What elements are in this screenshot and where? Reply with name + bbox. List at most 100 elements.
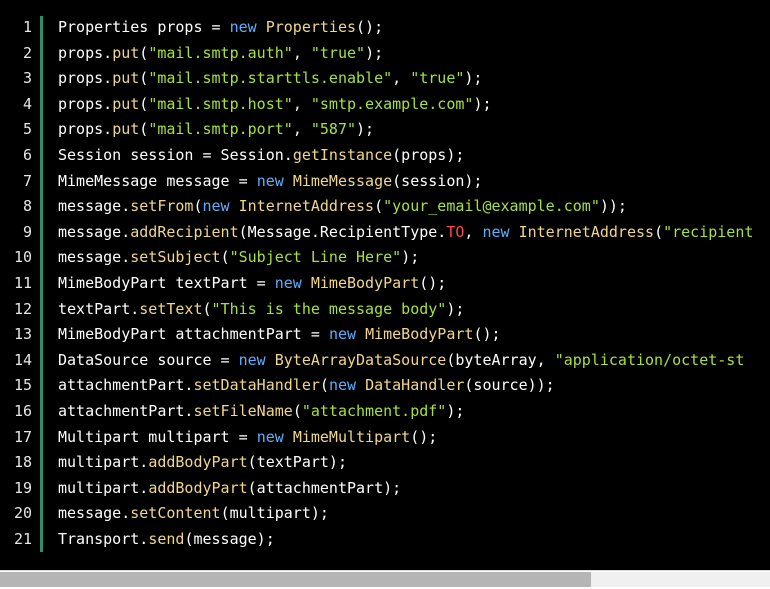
- line-number: 7: [22, 171, 32, 190]
- code-token: (: [654, 222, 664, 241]
- code-line: message.addRecipient(Message.RecipientTy…: [58, 220, 753, 246]
- code-token: new: [328, 325, 357, 344]
- code-token: (props);: [392, 145, 465, 164]
- code-token: ));: [599, 197, 627, 216]
- code-token: DataSource source =: [58, 350, 239, 369]
- line-number: 18: [13, 453, 32, 472]
- code-token: "Subject Line Here": [229, 248, 402, 267]
- code-token: "587": [310, 120, 357, 139]
- code-token: setContent: [130, 504, 221, 523]
- code-token: MimeMessage: [292, 171, 393, 190]
- line-number: 19: [13, 478, 32, 497]
- code-token: "recipient: [663, 222, 754, 241]
- code-line: MimeMessage message = new MimeMessage(se…: [58, 169, 753, 195]
- code-token: (multipart);: [220, 504, 329, 523]
- code-token: setDataHandler: [193, 376, 320, 395]
- code-token: (: [374, 197, 384, 216]
- code-token: "smtp.example.com": [310, 94, 474, 113]
- scrollbar-track[interactable]: [591, 572, 770, 587]
- code-line: Properties props = new Properties();: [58, 15, 753, 41]
- code-token: (: [139, 43, 149, 62]
- code-token: ,: [292, 94, 311, 113]
- code-token: new: [202, 197, 230, 216]
- code-token: textPart.: [58, 299, 140, 318]
- code-token: MimeBodyPart: [310, 273, 420, 292]
- horizontal-scrollbar[interactable]: [0, 570, 770, 589]
- code-token: attachmentPart.: [58, 376, 194, 395]
- line-number: 9: [22, 222, 32, 241]
- code-line: multipart.addBodyPart(textPart);: [58, 450, 753, 476]
- code-token: Transport.: [58, 529, 149, 548]
- code-token: "true": [410, 69, 465, 88]
- code-token: addRecipient: [130, 222, 239, 241]
- code-token: (Message.RecipientType.: [238, 222, 447, 241]
- code-token: MimeBodyPart textPart =: [58, 273, 275, 292]
- code-token: DataHandler: [365, 376, 465, 395]
- code-token: new: [328, 376, 357, 395]
- line-number: 2: [22, 43, 32, 62]
- code-token: message.: [58, 248, 131, 267]
- code-token: (: [292, 401, 302, 420]
- code-line: attachmentPart.setFileName("attachment.p…: [58, 399, 753, 425]
- code-token: ();: [410, 427, 438, 446]
- code-token: ,: [292, 120, 311, 139]
- scrollbar-thumb[interactable]: [0, 572, 591, 587]
- code-token: send: [148, 529, 185, 548]
- code-token: new: [256, 427, 284, 446]
- code-token: put: [112, 120, 140, 139]
- code-token: "true": [310, 43, 366, 62]
- line-number: 12: [13, 299, 32, 318]
- code-token: new: [482, 222, 510, 241]
- code-token: setFrom: [130, 197, 194, 216]
- line-number-gutter: 1 2 3 4 5 6 7 8 9 10 11 12 13 14 15 16 17 18 19 20 21: [0, 15, 40, 552]
- code-line: props.put("mail.smtp.starttls.enable", "…: [58, 66, 753, 92]
- code-token: Properties: [265, 18, 357, 36]
- code-token: (byteArray,: [446, 350, 555, 369]
- code-token: (: [319, 376, 329, 395]
- code-token: put: [112, 69, 140, 88]
- code-token: ,: [292, 43, 311, 62]
- code-token: props.: [58, 43, 113, 62]
- code-token: (textPart);: [247, 453, 347, 472]
- code-line: MimeBodyPart textPart = new MimeBodyPart…: [58, 271, 753, 297]
- code-content[interactable]: Properties props = new Properties(); prop…: [58, 15, 753, 552]
- code-line: textPart.setText("This is the message bo…: [58, 297, 753, 323]
- code-token: new: [238, 350, 266, 369]
- code-editor[interactable]: 1 2 3 4 5 6 7 8 9 10 11 12 13 14 15 16 17 18 19 20 21 Proper…: [0, 0, 770, 570]
- code-token: new: [256, 171, 284, 190]
- code-token: setSubject: [130, 248, 221, 267]
- code-token: );: [473, 94, 492, 113]
- code-line: Session session = Session.getInstance(pr…: [58, 143, 753, 169]
- code-token: multipart.: [58, 453, 149, 472]
- code-token: ();: [473, 325, 501, 344]
- code-token: "attachment.pdf": [301, 401, 447, 420]
- code-token: );: [446, 401, 465, 420]
- code-line: attachmentPart.setDataHandler(new DataHa…: [58, 373, 753, 399]
- code-token: MimeBodyPart: [365, 325, 474, 344]
- line-number: 15: [13, 376, 32, 395]
- code-token: message.: [58, 197, 131, 216]
- code-token: ,: [392, 69, 411, 88]
- code-line: Transport.send(message);: [58, 527, 753, 553]
- line-number: 14: [13, 350, 32, 369]
- code-line: props.put("mail.smtp.auth", "true");: [58, 41, 753, 67]
- code-token: setText: [139, 299, 203, 318]
- code-line: message.setFrom(new InternetAddress("you…: [58, 194, 753, 220]
- code-token: getInstance: [292, 145, 393, 164]
- code-token: (message);: [184, 529, 275, 548]
- code-token: (: [193, 197, 203, 216]
- code-token: MimeMessage message =: [58, 171, 257, 190]
- code-line: message.setSubject("Subject Line Here");: [58, 245, 753, 271]
- line-number: 1: [22, 18, 32, 36]
- code-token: ();: [419, 273, 447, 292]
- line-number: 17: [13, 427, 32, 446]
- code-token: props.: [58, 69, 113, 88]
- code-token: MimeBodyPart attachmentPart =: [58, 325, 329, 344]
